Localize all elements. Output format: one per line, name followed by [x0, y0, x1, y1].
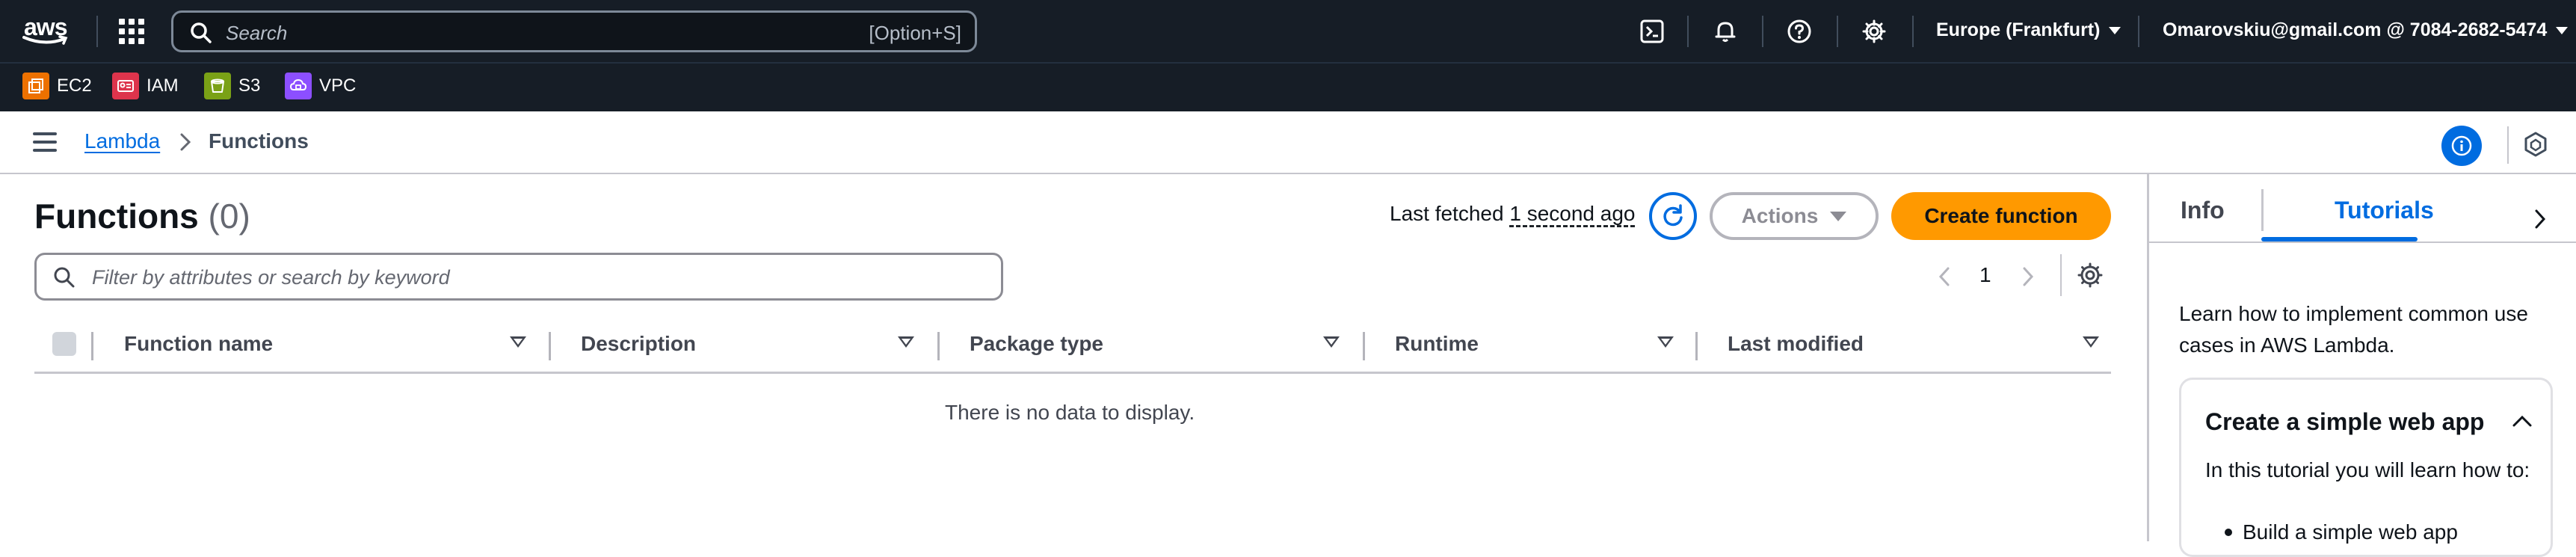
help-icon[interactable] [1784, 16, 1814, 46]
tab-info[interactable]: Info [2181, 197, 2225, 224]
column-header-runtime[interactable]: Runtime [1395, 332, 1479, 356]
search-icon [54, 267, 75, 288]
chevron-right-icon [180, 133, 191, 151]
tab-divider [2261, 189, 2264, 231]
select-all-checkbox[interactable] [52, 332, 76, 356]
column-divider [1695, 332, 1698, 360]
pagination-divider [2060, 254, 2062, 296]
search-icon [191, 22, 212, 43]
filter-placeholder: Filter by attributes or search by keywor… [92, 266, 450, 289]
aws-logo[interactable]: aws [22, 12, 72, 49]
caret-down-icon [1830, 211, 1847, 221]
last-fetched-label: Last fetched [1390, 202, 1504, 225]
chevron-up-icon[interactable] [2510, 413, 2534, 429]
services-grid-icon[interactable] [119, 19, 144, 44]
s3-icon [204, 73, 231, 99]
region-selector[interactable]: Europe (Frankfurt) [1936, 19, 2121, 41]
account-menu[interactable]: Omarovskiu@gmail.com @ 7084-2682-5474 [2163, 19, 2569, 41]
page-title-text: Functions [34, 197, 199, 236]
favorite-label: S3 [238, 76, 261, 96]
favorite-label: EC2 [57, 76, 92, 96]
nav-divider [1762, 16, 1763, 47]
actions-label: Actions [1741, 204, 1819, 227]
empty-table-message: There is no data to display. [945, 401, 1195, 424]
favorite-label: VPC [319, 76, 357, 96]
column-divider [549, 332, 551, 360]
actions-button[interactable]: Actions [1710, 192, 1879, 240]
tutorial-card-text: In this tutorial you will learn how to: [2205, 458, 2530, 481]
table-header: Function name Description Package type R… [34, 321, 2111, 374]
sort-icon[interactable] [1323, 336, 1340, 348]
table-preferences-gear-icon[interactable] [2077, 262, 2104, 289]
tutorials-intro: Learn how to implement common use cases … [2179, 302, 2528, 357]
sort-icon[interactable] [2083, 336, 2099, 348]
tab-tutorials[interactable]: Tutorials [2335, 197, 2434, 224]
refresh-button[interactable] [1649, 192, 1697, 240]
info-icon[interactable] [2441, 126, 2482, 166]
chevron-right-icon[interactable] [2530, 207, 2550, 231]
bullet-icon [2225, 529, 2232, 536]
previous-page-icon[interactable] [1935, 265, 1954, 289]
breadcrumb-lambda-link[interactable]: Lambda [84, 129, 160, 153]
create-function-button[interactable]: Create function [1891, 192, 2111, 240]
sort-icon[interactable] [510, 336, 526, 348]
column-divider [1363, 332, 1365, 360]
notifications-hex-icon[interactable] [2522, 131, 2549, 158]
region-label: Europe (Frankfurt) [1936, 19, 2101, 40]
vpc-icon [285, 73, 312, 99]
account-label: Omarovskiu@gmail.com @ 7084-2682-5474 [2163, 19, 2548, 40]
chevron-down-icon [2556, 26, 2569, 34]
tutorial-card-title[interactable]: Create a simple web app [2205, 408, 2484, 436]
favorite-iam[interactable]: IAM [112, 73, 179, 99]
gear-icon[interactable] [1859, 16, 1889, 46]
column-divider [91, 332, 93, 360]
toolbar-divider [2507, 126, 2509, 164]
favorite-ec2[interactable]: EC2 [22, 73, 92, 99]
bell-icon[interactable] [1710, 16, 1740, 46]
tutorial-card-list-text: Build a simple web app [2243, 520, 2458, 544]
favorite-s3[interactable]: S3 [204, 73, 260, 99]
tabs-border [2149, 241, 2576, 243]
nav-divider [1687, 16, 1689, 47]
column-header-function-name[interactable]: Function name [124, 332, 273, 356]
favorites-bar: EC2 IAM S3 VPC [0, 62, 2576, 111]
create-function-label: Create function [1924, 204, 2078, 227]
function-count: (0) [208, 197, 250, 236]
breadcrumb-bar: Lambda Functions [0, 111, 2576, 174]
chevron-down-icon [2109, 26, 2121, 34]
sort-icon[interactable] [898, 336, 914, 348]
nav-divider [96, 16, 98, 47]
favorite-label: IAM [147, 76, 179, 96]
nav-divider [1837, 16, 1838, 47]
column-header-package-type[interactable]: Package type [970, 332, 1103, 356]
nav-divider [1912, 16, 1914, 47]
column-divider [937, 332, 940, 360]
ec2-icon [22, 73, 49, 99]
last-fetched-value[interactable]: 1 second ago [1509, 202, 1635, 225]
column-header-last-modified[interactable]: Last modified [1728, 332, 1864, 356]
tutorial-card: Create a simple web app In this tutorial… [2179, 378, 2553, 557]
nav-divider [2138, 16, 2139, 47]
sort-icon[interactable] [1657, 336, 1674, 348]
tutorial-card-list-item: Build a simple web app [2225, 520, 2458, 544]
favorite-vpc[interactable]: VPC [285, 73, 356, 99]
help-panel: Info Tutorials Learn how to implement co… [2147, 174, 2576, 557]
last-fetched: Last fetched 1 second ago [1390, 202, 1635, 226]
page-number[interactable]: 1 [1979, 263, 1991, 287]
column-header-description[interactable]: Description [581, 332, 696, 356]
aws-smile-icon [22, 35, 68, 45]
top-navigation: aws Search [Option+S] Europe (Frankfurt)… [0, 0, 2576, 62]
iam-icon [112, 73, 139, 99]
menu-icon[interactable] [33, 132, 57, 152]
search-input[interactable]: Search [Option+S] [171, 10, 977, 52]
filter-input[interactable]: Filter by attributes or search by keywor… [34, 253, 1003, 301]
breadcrumb-current: Functions [209, 129, 309, 153]
page-title: Functions (0) [34, 196, 250, 236]
cloudshell-icon[interactable] [1637, 16, 1667, 46]
refresh-icon [1663, 204, 1683, 227]
search-placeholder: Search [226, 22, 288, 44]
next-page-icon[interactable] [2018, 265, 2038, 289]
search-shortcut: [Option+S] [869, 22, 961, 44]
